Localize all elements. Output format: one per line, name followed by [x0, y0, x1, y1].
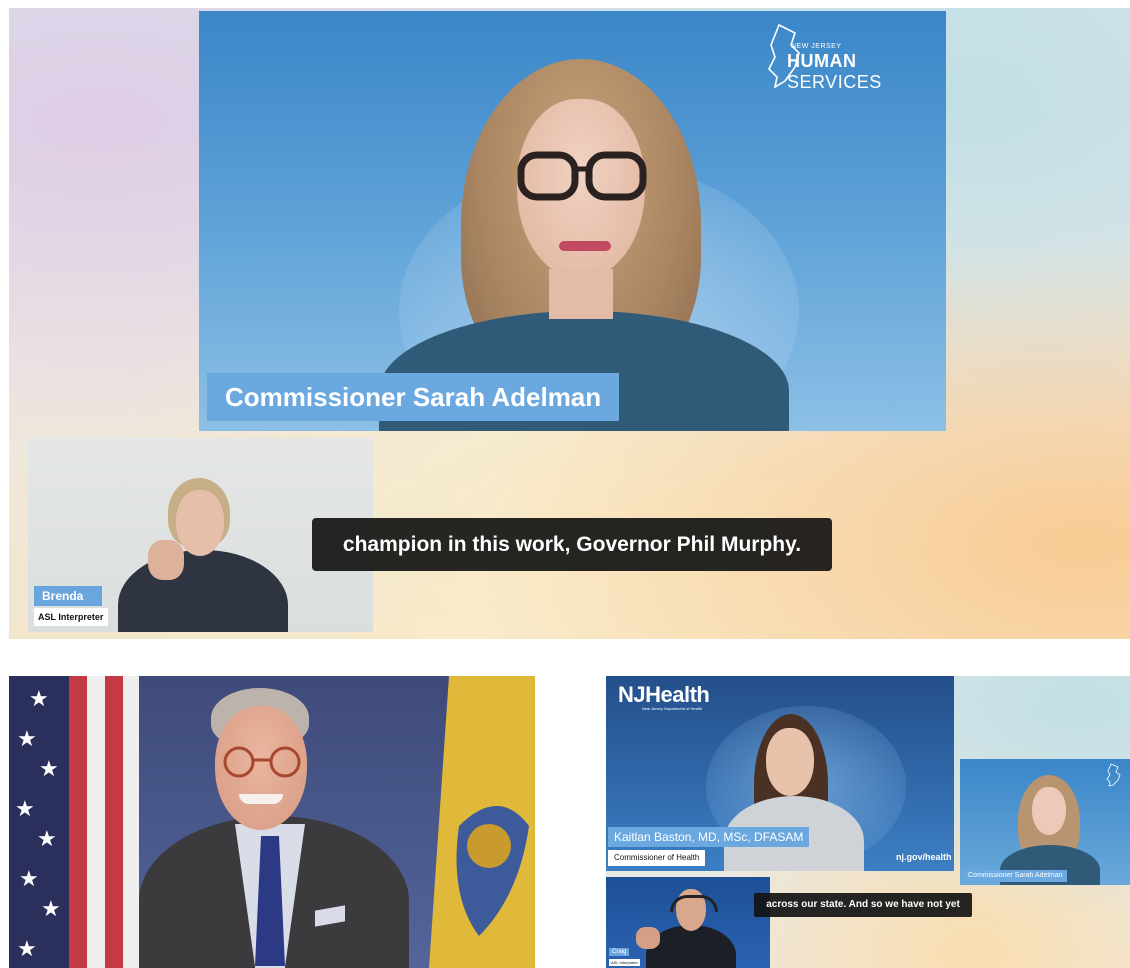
- governor-smile: [239, 794, 283, 804]
- svg-text:★: ★: [15, 796, 35, 821]
- new-jersey-flag-icon: [429, 676, 535, 968]
- closed-caption: champion in this work, Governor Phil Mur…: [312, 518, 832, 571]
- svg-text:★: ★: [41, 896, 61, 921]
- svg-text:★: ★: [37, 826, 57, 851]
- glasses-icon: [517, 151, 647, 201]
- american-flag-icon: ★ ★ ★ ★ ★ ★ ★ ★: [9, 676, 139, 968]
- svg-text:★: ★: [29, 686, 49, 711]
- health-interpreter-body: [646, 925, 736, 968]
- svg-text:★: ★: [17, 726, 37, 751]
- governor-video-frame[interactable]: ★ ★ ★ ★ ★ ★ ★ ★: [9, 676, 535, 968]
- health-video-frame: NJHealth New Jersey Department of Health…: [606, 676, 1130, 968]
- logo-state-label: NEW JERSEY: [791, 43, 842, 50]
- health-speaker-face: [766, 728, 814, 796]
- health-closed-caption: across our state. And so we have not yet: [754, 893, 972, 917]
- small-commissioner-nameplate: Commissioner Sarah Adelman: [964, 870, 1067, 882]
- health-speaker-tile[interactable]: NJHealth New Jersey Department of Health…: [606, 676, 954, 871]
- main-video-frame: NEW JERSEY HUMAN SERVICES Commissioner S…: [9, 8, 1130, 639]
- interpreter-role: ASL Interpreter: [34, 608, 108, 626]
- human-services-logo: HUMAN SERVICES: [787, 51, 946, 93]
- speaker-lips: [559, 241, 611, 251]
- small-commissioner-tile[interactable]: Commissioner Sarah Adelman: [960, 759, 1130, 885]
- health-speaker-title: Commissioner of Health: [608, 850, 706, 866]
- small-nj-outline-icon: [1106, 763, 1121, 787]
- logo-bold-text: HUMAN: [787, 51, 857, 71]
- health-interpreter-name: Craig: [609, 948, 630, 956]
- interpreter-name: Brenda: [34, 586, 102, 606]
- svg-text:★: ★: [17, 936, 37, 961]
- health-interpreter-role: ASL Interpreter: [609, 959, 640, 966]
- health-interpreter-hand: [636, 927, 660, 949]
- governor-glasses-icon: [223, 746, 301, 778]
- health-interpreter-tile[interactable]: Craig ASL Interpreter: [606, 877, 770, 968]
- small-commissioner-face: [1032, 787, 1066, 835]
- interpreter-hand: [148, 540, 184, 580]
- health-url: nj.gov/health: [896, 852, 952, 862]
- svg-text:★: ★: [19, 866, 39, 891]
- speaker-video-tile[interactable]: NEW JERSEY HUMAN SERVICES Commissioner S…: [199, 11, 946, 431]
- health-speaker-nameplate: Kaitlan Baston, MD, MSc, DFASAM: [608, 827, 810, 847]
- interpreter-face: [176, 490, 224, 556]
- interpreter-body: [118, 550, 288, 632]
- speaker-neck: [549, 269, 613, 319]
- logo-rest-text: SERVICES: [787, 72, 882, 92]
- speaker-nameplate: Commissioner Sarah Adelman: [207, 373, 620, 421]
- nj-health-logo-sub: New Jersey Department of Health: [642, 706, 703, 711]
- headset-icon: [670, 895, 718, 912]
- nj-health-logo: NJHealth: [618, 682, 710, 707]
- svg-text:★: ★: [39, 756, 59, 781]
